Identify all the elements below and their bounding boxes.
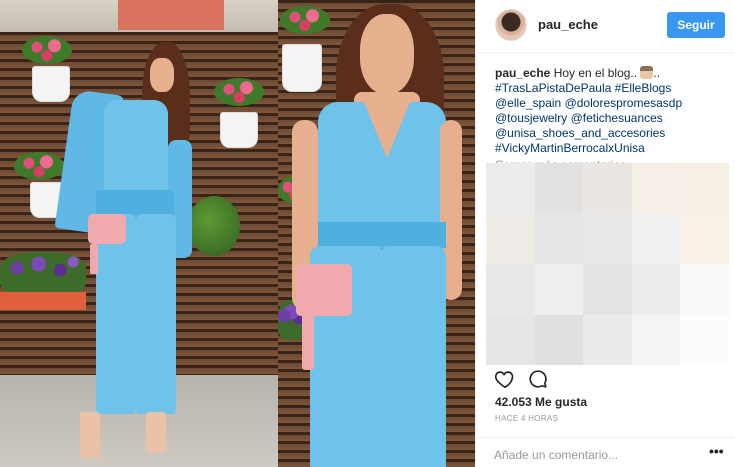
face [360, 14, 414, 94]
face [150, 58, 174, 92]
mosaic-tile [534, 264, 584, 315]
pink-bag [296, 264, 352, 316]
caption-line: #VickyMartinBerrocalxUnisa [495, 141, 727, 156]
mosaic-tile [631, 163, 681, 214]
mosaic-tile [680, 213, 729, 264]
mosaic-tile [631, 213, 681, 264]
mosaic-tile [583, 314, 632, 365]
bag-tassel [302, 314, 314, 370]
caption-line: @unisa_shoes_and_accesories [495, 126, 727, 141]
caption-line: #TrasLaPistaDePaula #ElleBlogs [495, 81, 727, 96]
post-sidebar: pau_eche Seguir pau_eche Hoy en el blog.… [475, 0, 735, 467]
mention-link[interactable]: @unisa_shoes_and_accesories [495, 126, 665, 140]
mosaic-tile [680, 314, 729, 365]
hashtag-link[interactable]: #ElleBlogs [615, 81, 672, 95]
post-timestamp: HACE 4 HORAS [495, 414, 559, 423]
jumpsuit-leg [382, 246, 446, 467]
mention-link[interactable]: @dolorespromesasdp [565, 96, 683, 110]
jumpsuit-leg [136, 214, 176, 414]
emoji-icon [640, 66, 654, 79]
shoe [146, 412, 166, 452]
caption-line: @tousjewelry @fetichesuances [495, 111, 727, 126]
mention-link[interactable]: @tousjewelry [495, 111, 567, 125]
caption-line: pau_eche Hoy en el blog.. .. [495, 66, 727, 81]
bush [188, 196, 240, 256]
more-options-icon[interactable]: ••• [709, 444, 725, 458]
post-header: pau_eche Seguir [476, 0, 735, 53]
shoe [80, 412, 100, 458]
pixelated-comments [486, 163, 729, 365]
mosaic-tile [680, 264, 729, 315]
violets [0, 252, 86, 292]
planter-box [0, 292, 86, 310]
hanging-pot [32, 66, 70, 102]
mosaic-tile [534, 163, 584, 214]
header-username[interactable]: pau_eche [538, 17, 598, 32]
comment-bar: ••• [476, 437, 735, 467]
comment-input[interactable] [494, 447, 694, 463]
mosaic-tile [534, 314, 584, 365]
caption-text: Hoy en el blog.. [550, 66, 638, 80]
pink-bag [88, 214, 126, 244]
heart-icon[interactable] [494, 368, 516, 390]
follow-button[interactable]: Seguir [667, 12, 725, 38]
mosaic-tile [486, 314, 535, 365]
top-planter [118, 0, 224, 30]
caption-line: @elle_spain @dolorespromesasdp [495, 96, 727, 111]
jumpsuit-top [104, 100, 168, 196]
mosaic-tile [534, 213, 584, 264]
likes-count[interactable]: 42.053 Me gusta [495, 395, 587, 409]
photo-left-panel [0, 0, 278, 467]
hanging-pot [282, 44, 322, 92]
flowers [280, 6, 330, 34]
mosaic-tile [583, 213, 632, 264]
bag-tassel [90, 244, 98, 274]
mosaic-tile [486, 163, 535, 214]
mosaic-tile [631, 314, 681, 365]
caption-text-tail: .. [653, 66, 661, 80]
flowers [14, 152, 64, 180]
comment-icon[interactable] [527, 368, 549, 390]
mosaic-tile [583, 264, 632, 315]
hanging-pot [220, 112, 258, 148]
flowers [22, 36, 72, 64]
avatar[interactable] [495, 9, 527, 41]
hashtag-link[interactable]: #VickyMartinBerrocalxUnisa [495, 141, 645, 155]
hashtag-link[interactable]: #TrasLaPistaDePaula [495, 81, 611, 95]
photo-right-panel [278, 0, 475, 467]
post-photo[interactable] [0, 0, 475, 467]
jumpsuit-leg [96, 214, 136, 414]
mosaic-tile [631, 264, 681, 315]
mosaic-tile [680, 163, 729, 214]
flowers [214, 78, 264, 106]
action-bar [494, 368, 724, 392]
caption: pau_eche Hoy en el blog.. .. #TrasLaPist… [495, 66, 727, 156]
mosaic-tile [486, 213, 535, 264]
mosaic-tile [486, 264, 535, 315]
jumpsuit-waist [318, 222, 446, 248]
mosaic-tile [583, 163, 632, 214]
caption-username[interactable]: pau_eche [495, 66, 550, 80]
mention-link[interactable]: @elle_spain [495, 96, 561, 110]
mention-link[interactable]: @fetichesuances [571, 111, 663, 125]
